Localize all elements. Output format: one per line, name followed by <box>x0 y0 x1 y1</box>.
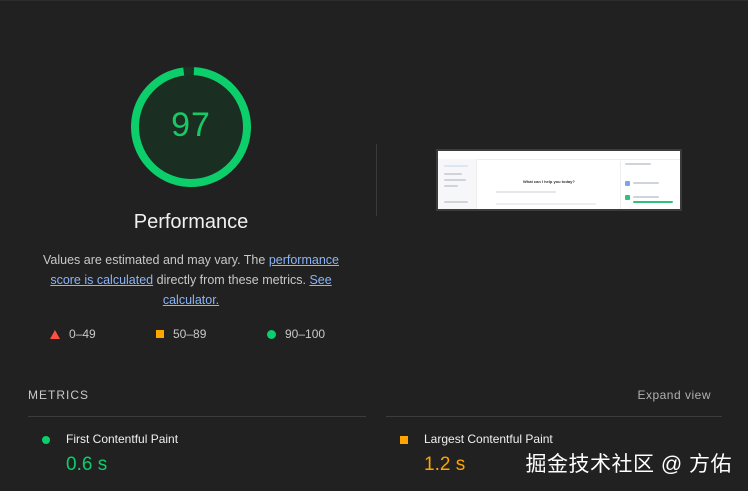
vertical-divider <box>376 144 377 216</box>
expand-view-toggle[interactable]: Expand view <box>637 388 711 402</box>
red-triangle-icon <box>50 329 60 339</box>
thumb-input-line <box>496 203 596 205</box>
score-legend: 0–49 50–89 90–100 <box>50 327 350 343</box>
performance-gauge[interactable]: 97 <box>130 66 252 188</box>
legend-label-pass: 90–100 <box>285 327 326 341</box>
thumb-sidebar-line <box>444 185 458 187</box>
metric-value: 0.6 s <box>66 454 108 475</box>
description-text-2: directly from these metrics. <box>153 273 310 287</box>
thumb-right-panel <box>620 161 679 209</box>
lighthouse-report: 97 Performance Values are estimated and … <box>0 0 748 491</box>
category-title: Performance <box>133 211 249 233</box>
thumb-input-line <box>496 191 556 193</box>
orange-square-icon <box>156 330 164 338</box>
thumb-sidebar-line <box>444 201 468 203</box>
legend-item-pass: 90–100 <box>267 327 325 341</box>
orange-square-icon <box>400 436 408 444</box>
legend-item-average: 50–89 <box>156 327 206 341</box>
legend-label-average: 50–89 <box>173 327 207 341</box>
thumb-panel-line <box>633 182 659 184</box>
legend-item-fail: 0–49 <box>50 327 96 341</box>
thumb-panel-line <box>625 163 651 165</box>
thumb-green-icon <box>625 195 630 200</box>
metrics-divider-left <box>28 416 366 417</box>
green-circle-icon <box>42 436 50 444</box>
thumb-panel-line <box>633 196 659 198</box>
thumb-heading: What can I help you today? <box>523 179 575 184</box>
metric-first-contentful-paint: First Contentful Paint 0.6 s <box>28 432 348 482</box>
metric-value: 1.2 s <box>424 454 466 475</box>
green-circle-icon <box>267 329 276 339</box>
metrics-divider-right <box>386 416 722 417</box>
metric-name: First Contentful Paint <box>66 432 179 446</box>
final-screenshot-thumbnail[interactable]: What can I help you today? <box>436 149 682 211</box>
thumb-sidebar <box>438 159 477 209</box>
thumb-progress-line <box>633 201 673 203</box>
description-text-1: Values are estimated and may vary. The <box>43 253 269 267</box>
legend-label-fail: 0–49 <box>69 327 96 341</box>
thumb-sidebar-line <box>444 179 466 181</box>
thumb-sidebar-line <box>444 165 468 167</box>
score-description: Values are estimated and may vary. The p… <box>36 250 346 310</box>
thumb-sidebar-line <box>444 173 462 175</box>
watermark-text: 掘金技术社区 @ 方佑 <box>525 453 732 476</box>
score-value: 97 <box>171 106 211 144</box>
metric-name: Largest Contentful Paint <box>424 432 553 446</box>
metrics-heading: METRICS <box>28 388 89 402</box>
top-border <box>0 0 748 1</box>
thumb-blue-icon <box>625 181 630 186</box>
